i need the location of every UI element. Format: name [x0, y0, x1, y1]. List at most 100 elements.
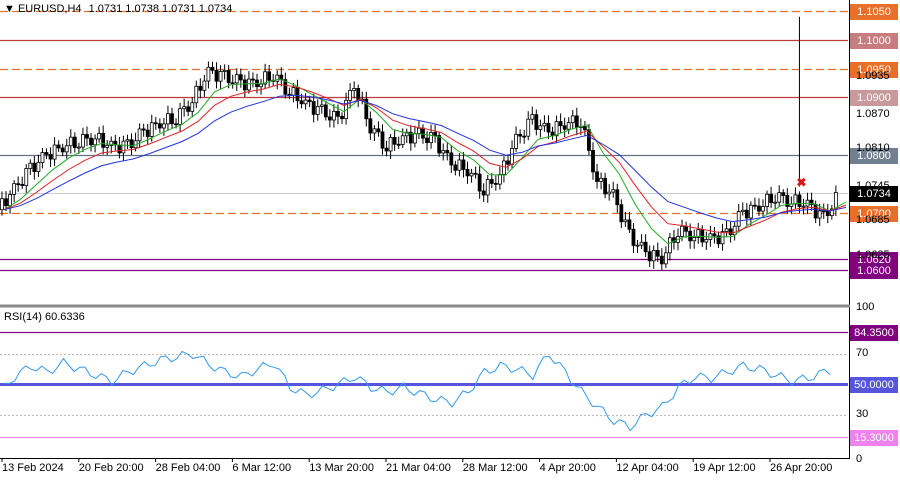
- candle-body: [433, 132, 438, 136]
- price-tick: 1.0685: [856, 214, 890, 227]
- candle-body: [323, 104, 328, 118]
- candle-body: [599, 177, 603, 182]
- candle-body: [591, 150, 595, 173]
- candle-body: [757, 205, 761, 212]
- x-axis-label: 28 Mar 12:00: [462, 462, 528, 474]
- candle-body: [380, 131, 385, 149]
- candle-body: [680, 225, 684, 237]
- candle-body: [659, 255, 664, 265]
- candle-body: [372, 128, 377, 134]
- candle-body: [801, 205, 806, 208]
- dropdown-triangle-icon[interactable]: ▼: [4, 3, 15, 15]
- price-tick: 1.0870: [856, 107, 890, 120]
- candle-body: [631, 228, 636, 246]
- candle-body: [635, 244, 640, 247]
- candle-body: [137, 128, 142, 142]
- candle-body: [429, 132, 433, 143]
- candle-body: [396, 143, 401, 146]
- candle-body: [157, 123, 162, 129]
- candle-body: [570, 115, 575, 124]
- candle-body: [198, 85, 203, 91]
- candle-body: [607, 191, 612, 195]
- x-axis-label: 19 Apr 12:00: [693, 462, 756, 474]
- candle-body: [817, 210, 822, 219]
- candle-body: [615, 189, 620, 206]
- candle-body: [174, 123, 178, 126]
- symbol-label: EURUSD,H4: [17, 3, 82, 15]
- candle-body: [105, 144, 110, 148]
- rsi-level-label-50.0000: 50.0000: [850, 376, 898, 393]
- candle-body: [453, 164, 458, 171]
- candle-body: [437, 135, 442, 154]
- candle-body: [449, 152, 454, 166]
- candle-body: [825, 211, 830, 217]
- candle-body: [388, 137, 393, 152]
- candle-body: [125, 139, 130, 142]
- candle-body: [48, 153, 53, 160]
- candle-body: [348, 90, 353, 101]
- candle-body: [182, 106, 187, 110]
- price-tick: 1.0935: [856, 70, 890, 83]
- candle-body: [542, 122, 547, 127]
- candle-body: [639, 241, 644, 246]
- candle-body: [129, 139, 134, 149]
- candle-body: [643, 241, 648, 253]
- candle-body: [534, 114, 539, 130]
- candle-body: [242, 79, 247, 91]
- signal-marker: ✖: [796, 176, 806, 190]
- candle-body: [400, 135, 405, 145]
- candle-body: [230, 82, 235, 85]
- candle-body: [651, 250, 656, 262]
- candle-body: [315, 106, 320, 115]
- candle-body: [64, 145, 69, 153]
- candle-body: [477, 173, 482, 192]
- ohlc-values: 1.0731 1.0738 1.0731 1.0734: [88, 3, 233, 15]
- candle-body: [319, 104, 324, 107]
- level-label-1.1050: 1.1050: [850, 3, 898, 20]
- candle-body: [728, 228, 733, 235]
- rsi-header: RSI(14) 60.6336: [4, 311, 85, 323]
- candle-body: [222, 69, 227, 72]
- candle-body: [773, 201, 778, 204]
- candle-body: [149, 122, 154, 137]
- candle-body: [619, 204, 624, 223]
- candle-body: [538, 125, 543, 130]
- candle-body: [522, 135, 527, 138]
- candle-body: [299, 100, 304, 105]
- candle-body: [202, 80, 207, 91]
- candle-body: [526, 118, 531, 137]
- x-axis-label: 28 Feb 04:00: [155, 462, 221, 474]
- candle-body: [623, 219, 628, 223]
- candle-body: [81, 134, 85, 148]
- symbol-header[interactable]: ▼ EURUSD,H4 1.0731 1.0738 1.0731 1.0734: [4, 3, 232, 15]
- candle-body: [170, 113, 174, 125]
- rsi-tick: 100: [856, 301, 875, 314]
- candle-body: [502, 160, 506, 175]
- candle-body: [153, 122, 158, 125]
- candle-body: [311, 101, 316, 115]
- candle-body: [465, 169, 470, 177]
- candle-body: [336, 110, 340, 117]
- x-axis-label: 6 Mar 12:00: [232, 462, 292, 474]
- candle-body: [259, 83, 263, 88]
- x-axis-label: 4 Apr 20:00: [539, 462, 596, 474]
- candle-body: [76, 146, 81, 149]
- candle-body: [332, 110, 336, 121]
- candle-body: [303, 99, 308, 105]
- candle-body: [356, 88, 361, 101]
- candle-body: [0, 198, 4, 211]
- signal-x-marker: ✖: [796, 176, 806, 190]
- candle-body: [36, 162, 41, 172]
- candle-body: [417, 127, 421, 134]
- candle-body: [384, 147, 389, 152]
- price-tick: 1.0625: [856, 248, 890, 261]
- candle-body: [753, 204, 757, 207]
- candle-body: [161, 123, 166, 129]
- candle-body: [145, 129, 150, 137]
- x-axis-label: 13 Feb 2024: [2, 462, 64, 474]
- candle-body: [141, 128, 146, 131]
- candle-body: [68, 136, 73, 147]
- candle-body: [769, 193, 774, 203]
- candle-body: [518, 133, 523, 137]
- chart-area[interactable]: ✖: [0, 0, 900, 480]
